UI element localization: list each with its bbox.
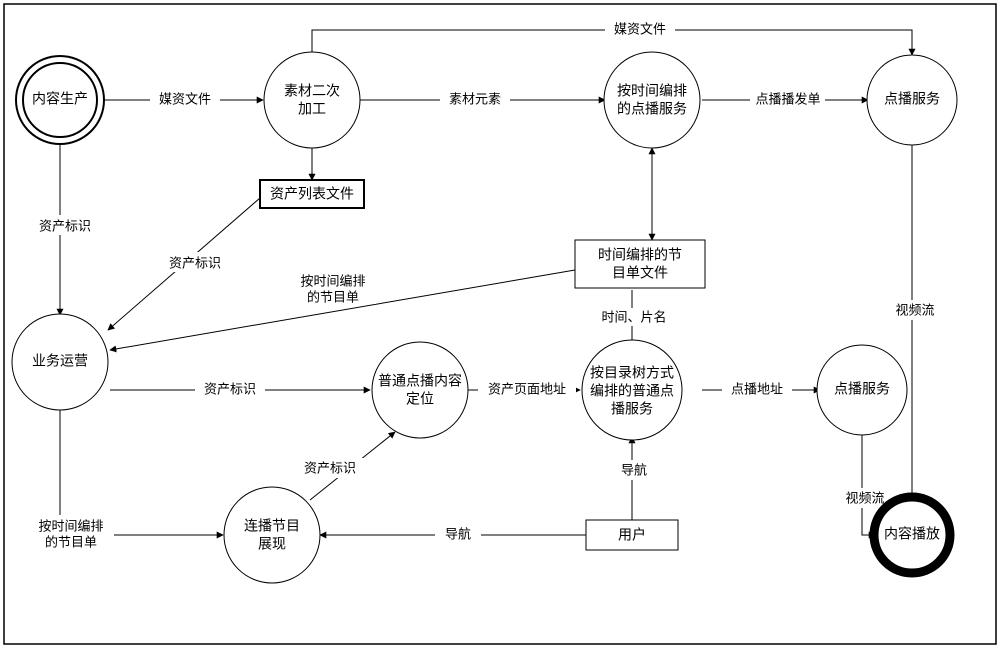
node-content-play: 内容播放	[874, 497, 950, 573]
edge-nav1-label: 导航	[445, 526, 471, 541]
svg-text:内容播放: 内容播放	[884, 526, 940, 542]
node-serial-show: 连播节目 展现	[224, 487, 320, 583]
edge-assetid4-label: 资产标识	[304, 460, 356, 475]
edge-assetid3-label: 资产标识	[204, 381, 256, 396]
edge-time-sched2-label2: 的节目单	[45, 534, 97, 549]
svg-text:点播服务: 点播服务	[834, 381, 890, 397]
svg-text:普通点播内容: 普通点播内容	[378, 373, 462, 389]
edge-time-sched2-label1: 按时间编排	[38, 518, 103, 533]
node-vod-service-top: 点播服务	[867, 55, 957, 145]
edge-assetid2-label: 资产标识	[169, 255, 221, 270]
svg-text:素材二次: 素材二次	[284, 83, 340, 99]
svg-text:播服务: 播服务	[611, 401, 653, 417]
svg-text:内容生产: 内容生产	[32, 91, 88, 107]
svg-text:资产列表文件: 资产列表文件	[270, 186, 354, 202]
node-content-production: 内容生产	[16, 56, 104, 144]
svg-text:用户: 用户	[618, 527, 646, 543]
edge-mat-elem-label: 素材元素	[449, 91, 501, 106]
svg-text:编排的普通点: 编排的普通点	[590, 383, 674, 399]
edge-vstream1-label: 视频流	[895, 302, 934, 317]
edge-time-sched-label1: 按时间编排	[300, 273, 365, 288]
edge-media2-label: 媒资文件	[614, 21, 666, 36]
svg-text:按时间编排: 按时间编排	[617, 83, 687, 99]
node-time-schedule-file: 时间编排的节 目单文件	[575, 240, 705, 288]
node-plain-vod-locate: 普通点播内容 定位	[372, 342, 468, 438]
edge-asset-page-label: 资产页面地址	[488, 381, 566, 396]
svg-text:定位: 定位	[406, 391, 434, 407]
edge-vod-addr-label: 点播地址	[731, 381, 783, 396]
node-user: 用户	[586, 520, 678, 550]
svg-text:连播节目: 连播节目	[244, 518, 300, 534]
edge-time-title-label: 时间、片名	[601, 309, 666, 324]
node-time-arranged-vod: 按时间编排 的点播服务	[604, 52, 700, 148]
svg-text:目单文件: 目单文件	[612, 265, 668, 281]
svg-text:业务运营: 业务运营	[32, 353, 88, 369]
svg-text:按目录树方式: 按目录树方式	[590, 365, 674, 381]
node-asset-list-file: 资产列表文件	[260, 180, 364, 208]
node-vod-service-mid: 点播服务	[817, 345, 907, 435]
edge-media1-label: 媒资文件	[159, 91, 211, 106]
svg-text:点播服务: 点播服务	[884, 91, 940, 107]
svg-text:的点播服务: 的点播服务	[617, 101, 687, 117]
node-business-ops: 业务运营	[12, 314, 108, 410]
edge-vstream2-label: 视频流	[845, 490, 884, 505]
flow-diagram: 媒资文件 素材元素 点播播发单 媒资文件 资产标识 资产标识 按时间编排 的节目…	[0, 0, 1000, 648]
node-dir-tree-vod: 按目录树方式 编排的普通点 播服务	[582, 340, 682, 440]
edge-assetid1-label: 资产标识	[39, 218, 91, 233]
svg-text:时间编排的节: 时间编排的节	[598, 247, 682, 263]
edge-time-sched-label2: 的节目单	[307, 289, 359, 304]
node-material-processing: 素材二次 加工	[264, 52, 360, 148]
edge-nav2-label: 导航	[621, 462, 647, 477]
svg-text:加工: 加工	[298, 101, 326, 117]
edge-vod-order-label: 点播播发单	[755, 91, 820, 106]
svg-text:展现: 展现	[258, 536, 286, 552]
